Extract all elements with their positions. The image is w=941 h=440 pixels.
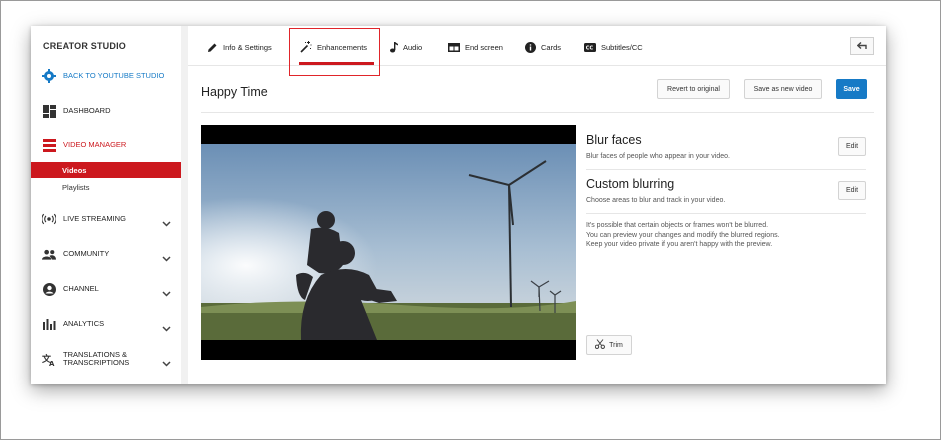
blur-faces-title: Blur faces bbox=[586, 133, 642, 147]
trim-label: Trim bbox=[609, 341, 623, 349]
option-divider bbox=[586, 213, 866, 214]
analytics-icon bbox=[42, 317, 56, 331]
sidebar-item-dashboard[interactable]: DASHBOARD bbox=[31, 97, 181, 125]
sidebar-item-channel[interactable]: CHANNEL bbox=[31, 275, 181, 303]
sidebar-item-label: TRANSLATIONS & TRANSCRIPTIONS bbox=[63, 350, 130, 367]
tab-info-settings[interactable]: Info & Settings bbox=[207, 40, 272, 54]
tab-label: Subtitles/CC bbox=[601, 42, 643, 52]
main-panel: Info & Settings Enhancements Audio End s… bbox=[181, 26, 886, 384]
sidebar-item-translations[interactable]: 文A TRANSLATIONS & TRANSCRIPTIONS bbox=[31, 345, 181, 373]
tab-cards[interactable]: Cards bbox=[525, 40, 561, 54]
custom-blurring-title: Custom blurring bbox=[586, 177, 675, 191]
enhancements-highlight-box bbox=[289, 28, 380, 76]
sidebar-title: CREATOR STUDIO bbox=[43, 41, 126, 51]
svg-text:CC: CC bbox=[586, 45, 594, 51]
sidebar-item-label: COMMUNITY bbox=[63, 249, 110, 258]
chevron-down-icon[interactable] bbox=[162, 354, 171, 372]
sidebar-item-label: VIDEO MANAGER bbox=[63, 140, 127, 149]
blur-faces-description: Blur faces of people who appear in your … bbox=[586, 153, 730, 160]
sidebar-item-community[interactable]: COMMUNITY bbox=[31, 240, 181, 268]
sidebar-item-label: BACK TO YOUTUBE STUDIO bbox=[63, 71, 165, 80]
tab-label: Info & Settings bbox=[223, 42, 272, 52]
svg-text:A: A bbox=[49, 360, 55, 366]
scissors-icon bbox=[594, 339, 606, 351]
music-note-icon bbox=[389, 41, 398, 53]
back-arrow-icon bbox=[856, 37, 867, 55]
translate-icon: 文A bbox=[42, 352, 56, 366]
option-divider bbox=[586, 169, 866, 170]
channel-icon bbox=[42, 282, 56, 296]
sidebar-subitem-playlists[interactable]: Playlists bbox=[31, 179, 181, 195]
sidebar-item-back-to-studio[interactable]: BACK TO YOUTUBE STUDIO bbox=[31, 62, 181, 90]
sidebar: CREATOR STUDIO BACK TO YOUTUBE STUDIO DA… bbox=[31, 26, 181, 384]
sidebar-item-label: ANALYTICS bbox=[63, 319, 105, 328]
save-button[interactable]: Save bbox=[836, 79, 867, 99]
video-frame-image bbox=[201, 125, 576, 360]
chevron-down-icon[interactable] bbox=[162, 284, 171, 302]
tab-audio[interactable]: Audio bbox=[389, 40, 422, 54]
revert-to-original-button[interactable]: Revert to original bbox=[657, 79, 730, 99]
tab-label: End screen bbox=[465, 42, 503, 52]
live-streaming-icon bbox=[42, 212, 56, 226]
tab-end-screen[interactable]: End screen bbox=[448, 40, 503, 54]
tab-label: Cards bbox=[541, 42, 562, 52]
sidebar-item-label: LIVE STREAMING bbox=[63, 214, 126, 223]
header-divider bbox=[201, 112, 874, 113]
info-icon bbox=[525, 41, 536, 53]
chevron-down-icon[interactable] bbox=[162, 214, 171, 232]
community-icon bbox=[42, 247, 56, 261]
save-as-new-video-button[interactable]: Save as new video bbox=[744, 79, 822, 99]
sidebar-item-analytics[interactable]: ANALYTICS bbox=[31, 310, 181, 338]
custom-blurring-description: Choose areas to blur and track in your v… bbox=[586, 197, 726, 204]
end-screen-icon bbox=[448, 42, 460, 52]
gear-icon bbox=[42, 69, 56, 83]
video-preview[interactable] bbox=[201, 125, 576, 360]
chevron-down-icon[interactable] bbox=[162, 319, 171, 337]
back-button[interactable] bbox=[850, 37, 874, 55]
sidebar-item-label: DASHBOARD bbox=[63, 106, 111, 115]
sidebar-subitem-videos[interactable]: Videos bbox=[31, 162, 181, 178]
creator-studio-window: CREATOR STUDIO BACK TO YOUTUBE STUDIO DA… bbox=[31, 26, 886, 384]
custom-blurring-edit-button[interactable]: Edit bbox=[838, 181, 866, 200]
tab-label: Audio bbox=[403, 42, 423, 52]
video-manager-icon bbox=[42, 138, 56, 152]
tab-subtitles[interactable]: CC Subtitles/CC bbox=[584, 40, 643, 54]
cc-icon: CC bbox=[584, 42, 596, 52]
sidebar-item-video-manager[interactable]: VIDEO MANAGER bbox=[31, 131, 181, 159]
pencil-icon bbox=[207, 42, 218, 53]
dashboard-icon bbox=[42, 104, 56, 118]
trim-button[interactable]: Trim bbox=[586, 335, 632, 355]
blur-note: It's possible that certain objects or fr… bbox=[586, 222, 780, 248]
sidebar-item-label: CHANNEL bbox=[63, 284, 99, 293]
page-title: Happy Time bbox=[201, 85, 268, 99]
chevron-down-icon[interactable] bbox=[162, 249, 171, 267]
blur-faces-edit-button[interactable]: Edit bbox=[838, 137, 866, 156]
sidebar-item-live-streaming[interactable]: LIVE STREAMING bbox=[31, 205, 181, 233]
